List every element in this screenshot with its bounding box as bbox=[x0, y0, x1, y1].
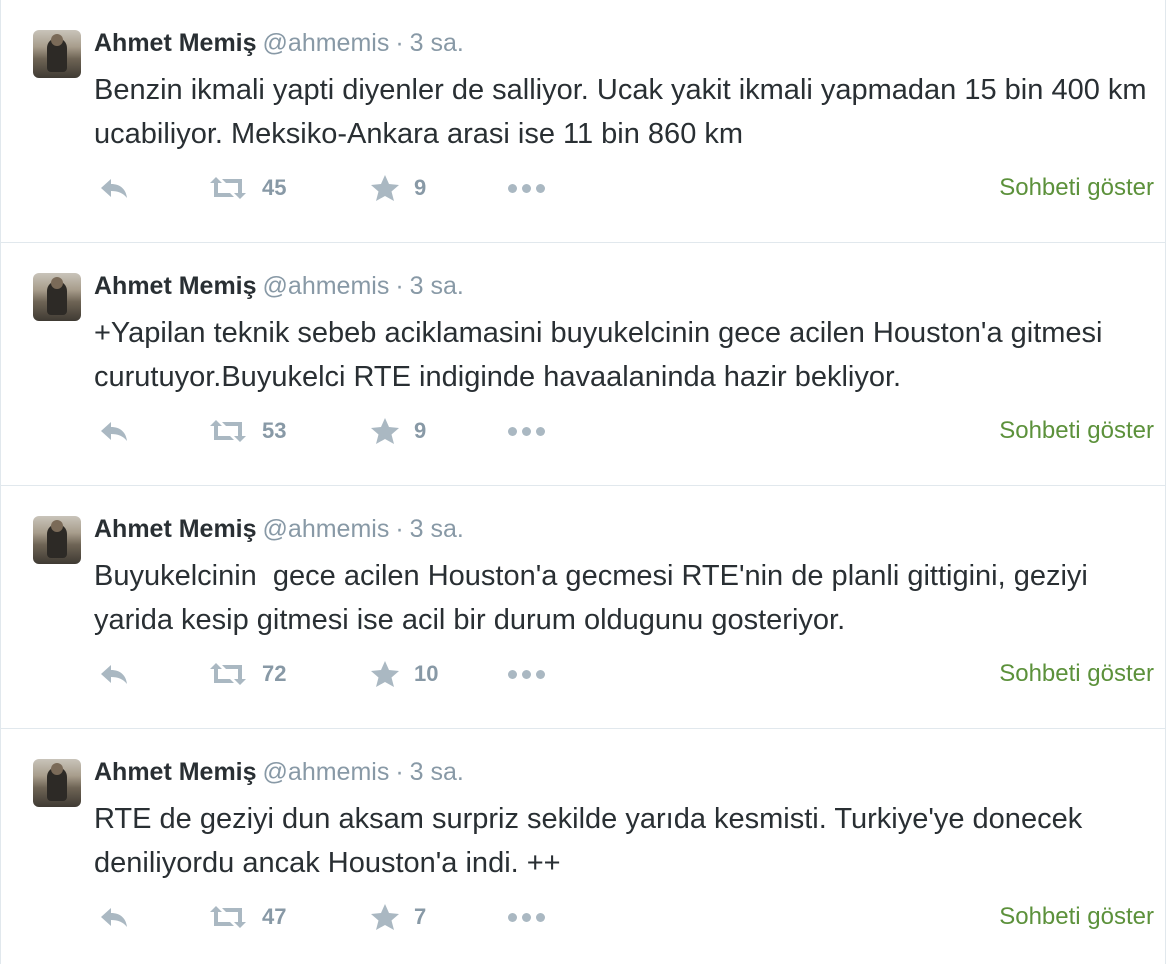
tweet-header: Ahmet Memiş @ahmemis · 3 sa. bbox=[94, 757, 464, 787]
separator-dot: · bbox=[395, 272, 404, 300]
star-icon bbox=[371, 175, 399, 201]
tweet[interactable]: Ahmet Memiş @ahmemis · 3 sa. RTE de geziyi … bbox=[1, 729, 1165, 972]
retweet-count: 47 bbox=[262, 904, 287, 929]
tweet-text: Buyukelcinin gece acilen Houston'a gecme… bbox=[94, 560, 1096, 636]
favorite-count: 10 bbox=[414, 661, 439, 686]
tweet-timestamp[interactable]: 3 sa. bbox=[410, 272, 464, 300]
show-conversation-link[interactable]: Sohbeti göster bbox=[999, 168, 1154, 208]
more-button[interactable] bbox=[508, 654, 545, 694]
reply-icon bbox=[101, 665, 127, 684]
author-handle[interactable]: @ahmemis bbox=[263, 29, 390, 57]
author-name[interactable]: Ahmet Memiş bbox=[94, 272, 257, 300]
tweet[interactable]: Ahmet Memiş @ahmemis · 3 sa. Benzin ikmali … bbox=[1, 0, 1165, 243]
avatar[interactable] bbox=[33, 759, 81, 807]
avatar[interactable] bbox=[33, 273, 81, 321]
author-handle[interactable]: @ahmemis bbox=[263, 758, 390, 786]
reply-icon bbox=[101, 179, 127, 198]
retweet-icon bbox=[210, 420, 246, 442]
favorite-count: 7 bbox=[414, 904, 427, 929]
separator-dot: · bbox=[395, 515, 404, 543]
reply-button[interactable] bbox=[98, 411, 130, 451]
reply-icon bbox=[101, 422, 127, 441]
retweet-count: 45 bbox=[262, 175, 287, 200]
retweet-icon bbox=[210, 663, 246, 685]
more-button[interactable] bbox=[508, 897, 545, 937]
tweet-actions: 45 9 Sohbeti göster bbox=[94, 168, 1154, 208]
retweet-button[interactable]: 72 bbox=[208, 654, 286, 694]
tweet-header: Ahmet Memiş @ahmemis · 3 sa. bbox=[94, 28, 464, 58]
star-icon bbox=[371, 418, 399, 444]
tweet-timestamp[interactable]: 3 sa. bbox=[410, 29, 464, 57]
show-conversation-link[interactable]: Sohbeti göster bbox=[999, 897, 1154, 937]
reply-button[interactable] bbox=[98, 897, 130, 937]
tweet[interactable]: Ahmet Memiş @ahmemis · 3 sa. Buyukelcinin g… bbox=[1, 486, 1165, 729]
more-icon bbox=[508, 912, 545, 922]
author-name[interactable]: Ahmet Memiş bbox=[94, 29, 257, 57]
tweet-header: Ahmet Memiş @ahmemis · 3 sa. bbox=[94, 514, 464, 544]
tweet-text: +Yapilan teknik sebeb aciklamasini buyuk… bbox=[94, 317, 1103, 393]
tweet-timestamp[interactable]: 3 sa. bbox=[410, 758, 464, 786]
more-button[interactable] bbox=[508, 168, 545, 208]
retweet-icon bbox=[210, 906, 246, 928]
tweet-actions: 53 9 Sohbeti göster bbox=[94, 411, 1154, 451]
tweet-text: RTE de geziyi dun aksam surpriz sekilde … bbox=[94, 803, 1083, 879]
show-conversation-link[interactable]: Sohbeti göster bbox=[999, 654, 1154, 694]
reply-icon bbox=[101, 908, 127, 927]
tweet[interactable]: Ahmet Memiş @ahmemis · 3 sa. +Yapilan tekni… bbox=[1, 243, 1165, 486]
separator-dot: · bbox=[395, 29, 404, 57]
favorite-count: 9 bbox=[414, 175, 427, 200]
favorite-button[interactable]: 7 bbox=[370, 897, 426, 937]
author-handle[interactable]: @ahmemis bbox=[263, 272, 390, 300]
star-icon bbox=[371, 661, 399, 687]
retweet-icon bbox=[210, 177, 246, 199]
retweet-button[interactable]: 53 bbox=[208, 411, 286, 451]
tweet-actions: 47 7 Sohbeti göster bbox=[94, 897, 1154, 937]
separator-dot: · bbox=[395, 758, 404, 786]
favorite-button[interactable]: 10 bbox=[370, 654, 438, 694]
author-handle[interactable]: @ahmemis bbox=[263, 515, 390, 543]
star-icon bbox=[371, 904, 399, 930]
tweet-timeline: Ahmet Memiş @ahmemis · 3 sa. Benzin ikmali … bbox=[0, 0, 1166, 964]
more-icon bbox=[508, 669, 545, 679]
more-button[interactable] bbox=[508, 411, 545, 451]
avatar[interactable] bbox=[33, 516, 81, 564]
reply-button[interactable] bbox=[98, 168, 130, 208]
author-name[interactable]: Ahmet Memiş bbox=[94, 758, 257, 786]
more-icon bbox=[508, 183, 545, 193]
tweet-text: Benzin ikmali yapti diyenler de salliyor… bbox=[94, 74, 1147, 150]
tweet-timestamp[interactable]: 3 sa. bbox=[410, 515, 464, 543]
reply-button[interactable] bbox=[98, 654, 130, 694]
tweet-header: Ahmet Memiş @ahmemis · 3 sa. bbox=[94, 271, 464, 301]
favorite-button[interactable]: 9 bbox=[370, 168, 426, 208]
retweet-count: 72 bbox=[262, 661, 287, 686]
retweet-button[interactable]: 45 bbox=[208, 168, 286, 208]
favorite-button[interactable]: 9 bbox=[370, 411, 426, 451]
retweet-button[interactable]: 47 bbox=[208, 897, 286, 937]
more-icon bbox=[508, 426, 545, 436]
show-conversation-link[interactable]: Sohbeti göster bbox=[999, 411, 1154, 451]
tweet-actions: 72 10 Sohbeti göster bbox=[94, 654, 1154, 694]
author-name[interactable]: Ahmet Memiş bbox=[94, 515, 257, 543]
favorite-count: 9 bbox=[414, 418, 427, 443]
avatar[interactable] bbox=[33, 30, 81, 78]
retweet-count: 53 bbox=[262, 418, 287, 443]
